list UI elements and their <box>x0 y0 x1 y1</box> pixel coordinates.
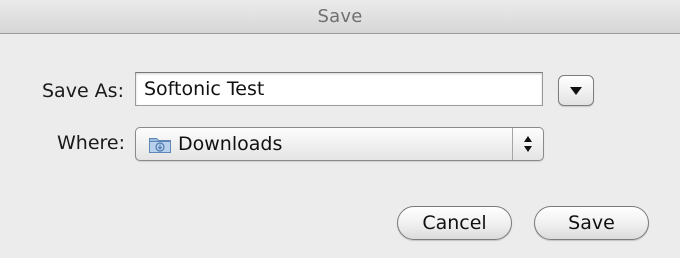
title-bar[interactable]: Save <box>0 0 680 34</box>
where-selected-value: Downloads <box>178 133 283 155</box>
save-button[interactable]: Save <box>534 206 649 240</box>
downloads-folder-icon <box>149 138 171 153</box>
where-label: Where: <box>57 132 126 154</box>
filename-input[interactable] <box>135 72 543 106</box>
where-location-popup[interactable]: Downloads <box>135 127 544 161</box>
save-as-label: Save As: <box>42 80 124 102</box>
expand-dialog-button[interactable] <box>558 75 594 106</box>
up-down-arrows-icon <box>524 136 532 152</box>
save-dialog: Save Save As: Where: Downloads Cancel Sa… <box>0 0 680 258</box>
popup-arrows[interactable] <box>513 128 543 160</box>
window-title: Save <box>317 6 363 27</box>
cancel-button[interactable]: Cancel <box>397 206 512 240</box>
triangle-down-icon <box>570 86 582 95</box>
